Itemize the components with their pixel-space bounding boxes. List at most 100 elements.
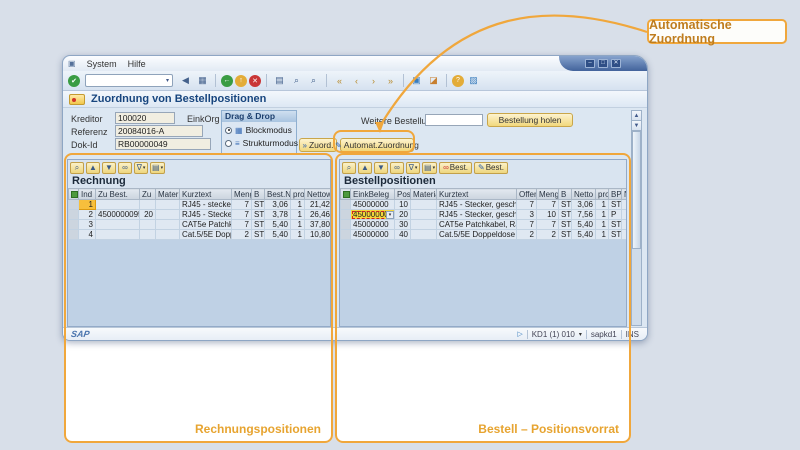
grid-cell[interactable]: [140, 200, 156, 210]
grid-cell[interactable]: ST: [559, 210, 572, 220]
grid-cell[interactable]: 45000000: [351, 220, 395, 230]
sort-asc-icon[interactable]: ▲: [86, 162, 100, 174]
grid-cell[interactable]: 4500000095: [96, 210, 140, 220]
grid-cell[interactable]: RJ45 - Stecker, geschirmt,: [437, 210, 517, 220]
select-all-header[interactable]: [341, 189, 351, 200]
column-header[interactable]: Pos: [395, 189, 411, 200]
referenz-field[interactable]: 20084016-A: [115, 125, 203, 137]
find-icon[interactable]: ⌕: [289, 73, 304, 88]
maximize-button[interactable]: □: [598, 59, 608, 68]
back-icon[interactable]: ←: [221, 75, 233, 87]
grid-cell[interactable]: [156, 230, 180, 240]
grid-cell[interactable]: 10: [395, 200, 411, 210]
layout-icon[interactable]: ▤▾: [422, 162, 437, 174]
change-bestellung-button[interactable]: ✎ Best.: [474, 162, 508, 174]
create-shortcut-icon[interactable]: ◪: [426, 73, 441, 88]
grid-cell[interactable]: 7,56: [572, 210, 596, 220]
menu-item-hilfe[interactable]: Hilfe: [128, 59, 146, 69]
grid-cell[interactable]: ST: [609, 230, 622, 240]
grid-cell[interactable]: [156, 220, 180, 230]
column-header[interactable]: Menge: [537, 189, 559, 200]
grid-cell[interactable]: 7: [232, 220, 252, 230]
close-button[interactable]: ✕: [611, 59, 621, 68]
zuord-button[interactable]: » Zuord.: [299, 138, 337, 152]
layout-icon[interactable]: ▤▾: [150, 162, 165, 174]
grid-cell[interactable]: ST: [252, 200, 265, 210]
next-page-icon[interactable]: ›: [366, 73, 381, 88]
grid-cell[interactable]: 37,80: [305, 220, 332, 230]
grid-cell[interactable]: ST: [609, 220, 622, 230]
bestellung-holen-button[interactable]: Bestellung holen: [487, 113, 573, 127]
column-header[interactable]: pro: [596, 189, 609, 200]
filter-icon[interactable]: ∇▾: [406, 162, 420, 174]
grid-cell[interactable]: 1: [596, 220, 609, 230]
row-select-cell[interactable]: [69, 220, 79, 230]
grid-cell[interactable]: 3,06: [265, 200, 291, 210]
details-icon[interactable]: ⌕: [342, 162, 356, 174]
column-header[interactable]: B: [559, 189, 572, 200]
grid-cell[interactable]: 7: [517, 220, 537, 230]
grid-cell[interactable]: [411, 220, 437, 230]
grid-cell[interactable]: ST: [609, 200, 622, 210]
row-select-cell[interactable]: [341, 220, 351, 230]
grid-cell[interactable]: [622, 220, 628, 230]
grid-cell[interactable]: 7: [537, 200, 559, 210]
system-dropdown-icon[interactable]: ▾: [579, 331, 582, 338]
grid-cell[interactable]: [96, 200, 140, 210]
command-input[interactable]: [86, 76, 163, 85]
grid-cell[interactable]: 1: [79, 200, 96, 210]
grid-cell[interactable]: ST: [559, 220, 572, 230]
matchcode-icon[interactable]: ▾: [386, 211, 394, 219]
grid-cell[interactable]: RJ45 - stecker, gesc: [180, 200, 232, 210]
row-select-cell[interactable]: [341, 210, 351, 220]
grid-cell[interactable]: 7: [232, 200, 252, 210]
column-header[interactable]: Offen: [517, 189, 537, 200]
grid-cell[interactable]: 40: [395, 230, 411, 240]
grid-cell[interactable]: ST: [252, 230, 265, 240]
grid-cell[interactable]: CAT5e Patchkabel,: [180, 220, 232, 230]
grid-cell[interactable]: 2: [537, 230, 559, 240]
grid-cell[interactable]: 3: [517, 210, 537, 220]
grid-cell[interactable]: 30: [395, 220, 411, 230]
grid-cell[interactable]: 1: [291, 220, 305, 230]
grid-cell[interactable]: Cat.5/5E Doppeldos: [180, 230, 232, 240]
help-icon[interactable]: ?: [452, 75, 464, 87]
grid-cell[interactable]: 21,42: [305, 200, 332, 210]
grid-cell[interactable]: [156, 200, 180, 210]
grid-cell[interactable]: 3,78: [265, 210, 291, 220]
grid-cell[interactable]: 1: [596, 230, 609, 240]
grid-cell[interactable]: 20: [140, 210, 156, 220]
blockmodus-option[interactable]: ▦ Blockmodus: [222, 125, 296, 135]
grid-cell[interactable]: [96, 220, 140, 230]
command-dropdown-icon[interactable]: ▾: [163, 77, 172, 84]
save-icon[interactable]: ▦: [195, 73, 210, 88]
row-select-cell[interactable]: [341, 230, 351, 240]
first-page-icon[interactable]: «: [332, 73, 347, 88]
grid-cell[interactable]: 20: [395, 210, 411, 220]
column-header[interactable]: Kurztext: [180, 189, 232, 200]
column-header[interactable]: Nettow: [305, 189, 332, 200]
grid-cell[interactable]: 10,80: [305, 230, 332, 240]
weitere-bestellung-input[interactable]: [425, 114, 483, 126]
sort-desc-icon[interactable]: ▼: [374, 162, 388, 174]
grid-cell[interactable]: RJ45 - Stecker, ges: [180, 210, 232, 220]
system-menu-icon[interactable]: ▣: [68, 59, 76, 68]
grid-cell[interactable]: RJ45 - Stecker, geschirmig m: [437, 200, 517, 210]
grid-cell[interactable]: [622, 210, 628, 220]
grid-cell[interactable]: 7: [232, 210, 252, 220]
grid-cell[interactable]: 10: [537, 210, 559, 220]
column-header[interactable]: EinkBeleg: [351, 189, 395, 200]
sort-asc-icon[interactable]: ▲: [358, 162, 372, 174]
grid-cell[interactable]: ST: [559, 200, 572, 210]
status-expand-icon[interactable]: ▷: [517, 330, 522, 338]
grid-cell[interactable]: ST: [252, 210, 265, 220]
row-select-cell[interactable]: [341, 200, 351, 210]
blockmodus-radio[interactable]: [225, 127, 232, 134]
column-header[interactable]: Menge: [232, 189, 252, 200]
column-header[interactable]: Netto: [572, 189, 596, 200]
sort-desc-icon[interactable]: ▼: [102, 162, 116, 174]
column-header[interactable]: Best.Ne: [265, 189, 291, 200]
column-header[interactable]: pro: [291, 189, 305, 200]
grid-cell[interactable]: [140, 220, 156, 230]
print-icon[interactable]: ▤: [272, 73, 287, 88]
